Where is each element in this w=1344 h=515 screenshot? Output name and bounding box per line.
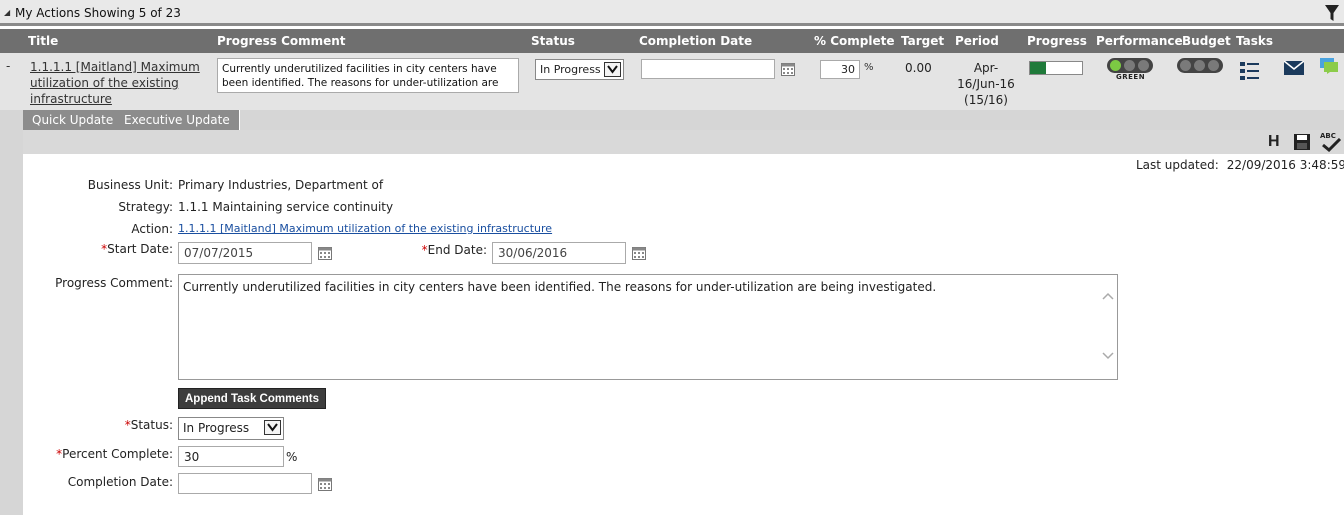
strategy-value: 1.1.1 Maintaining service continuity bbox=[178, 200, 394, 214]
business-unit-value: Primary Industries, Department of bbox=[178, 178, 384, 192]
percent-complete-input[interactable]: 30 bbox=[178, 446, 284, 467]
calendar-icon[interactable] bbox=[781, 63, 795, 76]
col-progress-comment[interactable]: Progress Comment bbox=[217, 34, 346, 48]
append-task-comments-button[interactable]: Append Task Comments bbox=[178, 388, 326, 409]
comment-icon[interactable] bbox=[1320, 58, 1338, 74]
calendar-icon[interactable] bbox=[318, 247, 332, 260]
end-date-label-text: End Date: bbox=[427, 243, 487, 257]
status-label-text: Status: bbox=[130, 418, 173, 432]
spellcheck-icon[interactable] bbox=[1320, 138, 1342, 152]
last-updated-label: Last updated: bbox=[1136, 158, 1219, 172]
scroll-down-icon[interactable] bbox=[1102, 351, 1114, 361]
last-updated: Last updated: 22/09/2016 3:48:59 PM bbox=[1136, 158, 1344, 172]
task-list-icon[interactable] bbox=[1240, 62, 1260, 81]
row-expander[interactable]: - bbox=[6, 59, 10, 73]
chevron-down-icon[interactable] bbox=[264, 420, 281, 435]
calendar-icon[interactable] bbox=[318, 478, 332, 491]
row-percent-sign: % bbox=[864, 62, 874, 73]
strategy-label: Strategy: bbox=[118, 200, 173, 214]
col-title[interactable]: Title bbox=[28, 34, 58, 48]
column-header-row: Title Progress Comment Status Completion… bbox=[0, 29, 1344, 53]
col-budget[interactable]: Budget bbox=[1182, 34, 1231, 48]
last-updated-value: 22/09/2016 3:48:59 PM bbox=[1226, 158, 1344, 172]
row-status-value: In Progress bbox=[540, 63, 601, 76]
start-date-label-text: Start Date: bbox=[107, 242, 173, 256]
history-button[interactable]: H bbox=[1268, 133, 1280, 151]
tab-quick-update[interactable]: Quick Update bbox=[23, 110, 124, 130]
traffic-light-off bbox=[1180, 60, 1191, 71]
left-gutter bbox=[0, 110, 23, 515]
percent-complete-label: *Percent Complete: bbox=[23, 447, 173, 461]
status-select[interactable]: In Progress bbox=[178, 417, 284, 440]
performance-status-label: GREEN bbox=[1116, 73, 1146, 81]
grid-count: Showing 5 of 23 bbox=[84, 6, 181, 20]
action-link[interactable]: 1.1.1.1 [Maitland] Maximum utilization o… bbox=[178, 222, 552, 235]
filter-icon[interactable] bbox=[1324, 2, 1340, 24]
detail-tabs: Quick Update Executive Update bbox=[0, 110, 1344, 130]
chevron-down-icon[interactable] bbox=[604, 62, 621, 77]
col-performance[interactable]: Performance bbox=[1096, 34, 1183, 48]
end-date-input[interactable]: 30/06/2016 bbox=[492, 242, 626, 264]
progress-comment-text: Currently underutilized facilities in ci… bbox=[183, 280, 937, 294]
editor-toolbar: H ABC bbox=[23, 130, 1344, 154]
row-progress-comment-input[interactable]: Currently underutilized facilities in ci… bbox=[217, 58, 519, 93]
scroll-up-icon[interactable] bbox=[1102, 291, 1114, 301]
business-unit-label: Business Unit: bbox=[87, 178, 173, 192]
tab-executive-update[interactable]: Executive Update bbox=[115, 110, 240, 130]
grid-title: My Actions bbox=[15, 6, 81, 20]
start-date-input[interactable]: 07/07/2015 bbox=[178, 242, 312, 264]
traffic-light-red bbox=[1138, 60, 1149, 71]
action-label: Action: bbox=[131, 222, 173, 236]
row-percent-input[interactable]: 30 bbox=[820, 60, 860, 79]
col-target[interactable]: Target bbox=[901, 34, 944, 48]
grid-header-bar: ◢ My Actions Showing 5 of 23 bbox=[0, 0, 1344, 26]
row-status-select[interactable]: In Progress bbox=[535, 59, 624, 80]
traffic-light-amber bbox=[1124, 60, 1135, 71]
end-date-label: *End Date: bbox=[337, 243, 487, 257]
traffic-light-off bbox=[1208, 60, 1219, 71]
progress-comment-textarea[interactable]: Currently underutilized facilities in ci… bbox=[178, 274, 1118, 380]
save-icon[interactable] bbox=[1294, 134, 1310, 150]
percent-complete-label-text: Percent Complete: bbox=[62, 447, 173, 461]
completion-date-input[interactable] bbox=[178, 473, 312, 494]
row-progress-bar bbox=[1029, 61, 1083, 75]
start-date-label: *Start Date: bbox=[23, 242, 173, 256]
status-label: *Status: bbox=[23, 418, 173, 432]
percent-sign: % bbox=[286, 450, 298, 464]
row-completion-date-input[interactable] bbox=[641, 59, 775, 79]
col-percent-complete[interactable]: % Complete bbox=[814, 34, 894, 48]
col-tasks[interactable]: Tasks bbox=[1236, 34, 1273, 48]
col-period[interactable]: Period bbox=[955, 34, 999, 48]
mail-icon[interactable] bbox=[1284, 61, 1304, 75]
row-title-link[interactable]: 1.1.1.1 [Maitland] Maximum utilization o… bbox=[30, 59, 205, 107]
performance-traffic-light-icon bbox=[1107, 58, 1153, 73]
row-progress-fill bbox=[1030, 62, 1046, 74]
budget-traffic-light-icon bbox=[1177, 58, 1223, 73]
progress-comment-label: Progress Comment: bbox=[55, 276, 173, 290]
col-status[interactable]: Status bbox=[531, 34, 575, 48]
row-period: Apr-16/Jun-16 (15/16) bbox=[957, 61, 1015, 107]
col-progress[interactable]: Progress bbox=[1027, 34, 1087, 48]
completion-date-label: Completion Date: bbox=[67, 475, 173, 489]
collapse-triangle-icon[interactable]: ◢ bbox=[4, 8, 10, 17]
table-row: - 1.1.1.1 [Maitland] Maximum utilization… bbox=[0, 53, 1344, 110]
row-target: 0.00 bbox=[905, 61, 932, 75]
col-completion-date[interactable]: Completion Date bbox=[639, 34, 752, 48]
status-select-value: In Progress bbox=[183, 421, 250, 435]
calendar-icon[interactable] bbox=[632, 247, 646, 260]
traffic-light-green bbox=[1110, 60, 1121, 71]
traffic-light-off bbox=[1194, 60, 1205, 71]
